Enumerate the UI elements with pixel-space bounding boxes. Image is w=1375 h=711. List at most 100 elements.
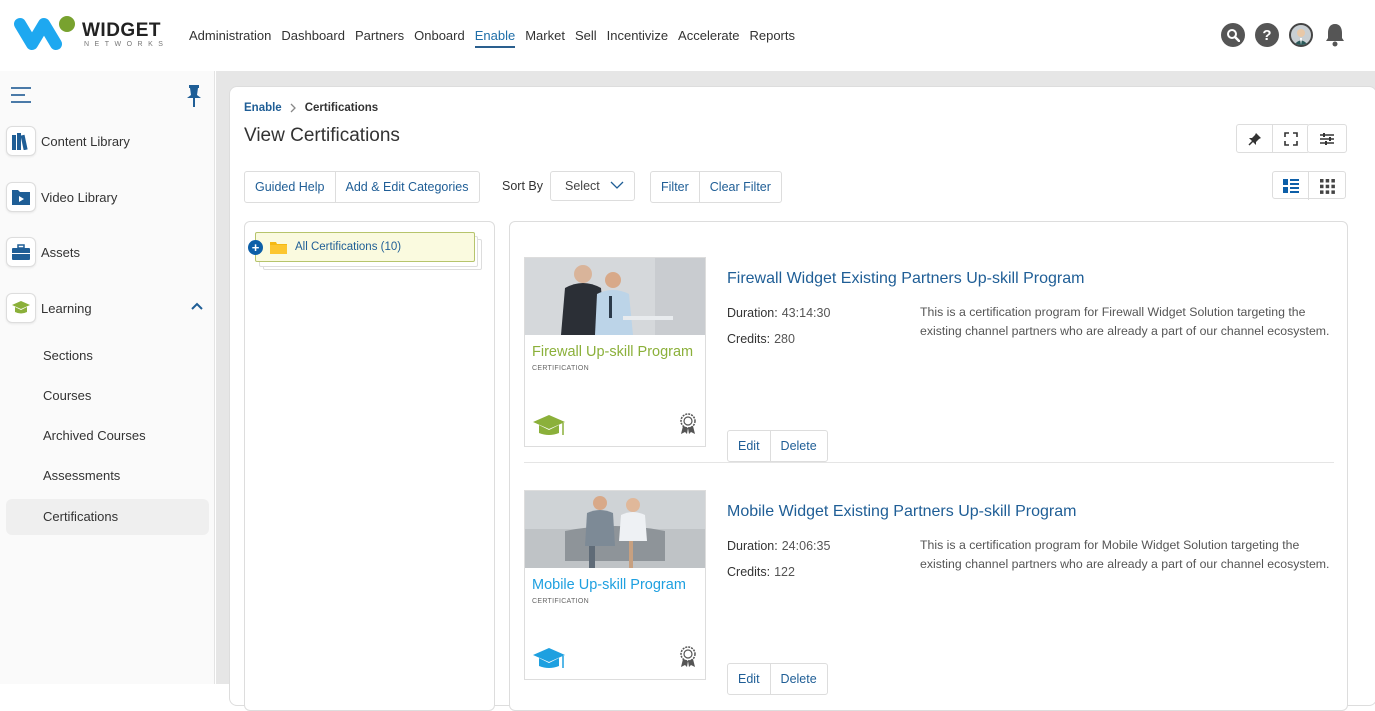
delete-button[interactable]: Delete — [771, 431, 827, 461]
nav-administration[interactable]: Administration — [189, 28, 271, 48]
nav-sell[interactable]: Sell — [575, 28, 597, 48]
sidebar-item-assets[interactable]: Assets — [6, 236, 211, 268]
nav-reports[interactable]: Reports — [749, 28, 795, 48]
tree-node-label: All Certifications (10) — [295, 241, 402, 253]
sidebar-item-content-library[interactable]: Content Library — [6, 125, 211, 157]
page-title: View Certifications — [244, 125, 400, 146]
duration-field: Duration: 43:14:30 — [727, 306, 830, 320]
credits-label: Credits: — [727, 565, 771, 579]
edit-button[interactable]: Edit — [728, 431, 771, 461]
breadcrumb-certifications: Certifications — [304, 102, 379, 114]
workspace: Enable Certifications View Certification… — [216, 71, 1375, 711]
breadcrumb: Enable Certifications — [244, 102, 378, 114]
top-navigation-bar: WIDGET NETWORKS Administration Dashboard… — [0, 0, 1375, 71]
sort-by-select[interactable]: Select — [550, 171, 635, 201]
list-view-button[interactable] — [1273, 172, 1309, 200]
credits-value: 122 — [774, 565, 795, 579]
sidebar-subitem-certifications[interactable]: Certifications — [6, 499, 209, 535]
thumbnail-title: Firewall Up-skill Program — [532, 344, 694, 360]
header-actions: ? — [1221, 22, 1347, 48]
nav-onboard[interactable]: Onboard — [414, 28, 465, 48]
main-nav: Administration Dashboard Partners Onboar… — [189, 28, 795, 48]
credits-label: Credits: — [727, 332, 771, 346]
certifications-panel: Enable Certifications View Certification… — [229, 86, 1375, 711]
widget-networks-logo[interactable]: WIDGET NETWORKS — [12, 14, 163, 58]
expand-plus-icon[interactable]: + — [248, 240, 263, 255]
sidebar-item-label: Content Library — [41, 133, 130, 149]
certification-title[interactable]: Firewall Widget Existing Partners Up-ski… — [727, 270, 1084, 288]
hamburger-menu-icon[interactable] — [11, 87, 31, 103]
sidebar-subitem-assessments[interactable]: Assessments — [6, 458, 209, 494]
view-mode-toggle — [1272, 171, 1346, 200]
view-controls-group — [1236, 124, 1310, 153]
credits-field: Credits: 122 — [727, 565, 795, 579]
pin-sidebar-icon[interactable] — [186, 85, 202, 107]
duration-label: Duration: — [727, 306, 778, 320]
fullscreen-button[interactable] — [1273, 125, 1309, 153]
certification-thumbnail[interactable]: Firewall Up-skill Program CERTIFICATION — [524, 257, 706, 447]
certification-description: This is a certification program for Fire… — [920, 305, 1330, 338]
award-badge-icon — [680, 646, 696, 667]
certification-title[interactable]: Mobile Widget Existing Partners Up-skill… — [727, 503, 1076, 521]
duration-label: Duration: — [727, 539, 778, 553]
briefcase-icon — [6, 237, 36, 267]
chevron-down-icon — [610, 181, 624, 189]
nav-dashboard[interactable]: Dashboard — [281, 28, 345, 48]
search-icon[interactable] — [1221, 23, 1245, 47]
filter-button[interactable]: Filter — [651, 172, 700, 202]
books-icon — [6, 126, 36, 156]
sidebar-item-label: Video Library — [41, 189, 118, 205]
folder-icon — [270, 241, 287, 254]
chevron-up-icon[interactable] — [191, 300, 203, 312]
thumbnail-subtitle: CERTIFICATION — [532, 365, 589, 372]
breadcrumb-enable[interactable]: Enable — [244, 102, 282, 114]
user-avatar[interactable] — [1289, 23, 1313, 47]
clear-filter-button[interactable]: Clear Filter — [700, 172, 781, 202]
nav-market[interactable]: Market — [525, 28, 565, 48]
primary-actions: Guided Help Add & Edit Categories — [244, 171, 480, 203]
sidebar-item-label: Assets — [41, 244, 81, 260]
duration-value: 24:06:35 — [781, 539, 831, 553]
brand-name: WIDGET — [82, 20, 161, 41]
graduation-cap-icon — [533, 415, 565, 435]
grid-view-button[interactable] — [1309, 172, 1345, 200]
edit-button[interactable]: Edit — [728, 664, 771, 694]
certification-actions: Edit Delete — [727, 663, 828, 695]
thumbnail-photo — [525, 491, 705, 568]
video-folder-icon — [6, 182, 36, 212]
settings-button[interactable] — [1308, 125, 1346, 153]
duration-value: 43:14:30 — [781, 306, 831, 320]
award-badge-icon — [680, 413, 696, 434]
sidebar-subitem-archived-courses[interactable]: Archived Courses — [6, 418, 209, 454]
sidebar-item-label: Learning — [41, 300, 92, 316]
nav-incentivize[interactable]: Incentivize — [607, 28, 668, 48]
fullscreen-icon — [1284, 132, 1298, 146]
sidebar: Content Library Video Library Assets Lea… — [0, 71, 215, 684]
credits-value: 280 — [774, 332, 795, 346]
certification-actions: Edit Delete — [727, 430, 828, 462]
brand-tagline: NETWORKS — [84, 41, 169, 48]
bell-icon[interactable] — [1323, 22, 1347, 48]
nav-enable[interactable]: Enable — [474, 28, 516, 48]
sidebar-item-video-library[interactable]: Video Library — [6, 181, 211, 213]
sidebar-subitem-sections[interactable]: Sections — [6, 338, 209, 374]
nav-partners[interactable]: Partners — [355, 28, 404, 48]
pin-icon — [1247, 133, 1261, 146]
certification-thumbnail[interactable]: Mobile Up-skill Program CERTIFICATION — [524, 490, 706, 680]
help-icon[interactable]: ? — [1255, 23, 1279, 47]
pin-view-button[interactable] — [1237, 125, 1273, 153]
sidebar-subitem-courses[interactable]: Courses — [6, 378, 209, 414]
nav-accelerate[interactable]: Accelerate — [678, 28, 739, 48]
delete-button[interactable]: Delete — [771, 664, 827, 694]
certification-list: Firewall Up-skill Program CERTIFICATION … — [509, 221, 1348, 711]
grid-view-icon — [1319, 178, 1335, 194]
add-edit-categories-button[interactable]: Add & Edit Categories — [336, 172, 479, 202]
filter-actions: Filter Clear Filter — [650, 171, 782, 203]
thumbnail-subtitle: CERTIFICATION — [532, 598, 589, 605]
sidebar-item-learning[interactable]: Learning — [6, 292, 211, 324]
tree-node-all-certifications[interactable]: + All Certifications (10) — [248, 232, 475, 262]
credits-field: Credits: 280 — [727, 332, 795, 346]
duration-field: Duration: 24:06:35 — [727, 539, 830, 553]
graduation-cap-icon — [6, 293, 36, 323]
guided-help-button[interactable]: Guided Help — [245, 172, 336, 202]
